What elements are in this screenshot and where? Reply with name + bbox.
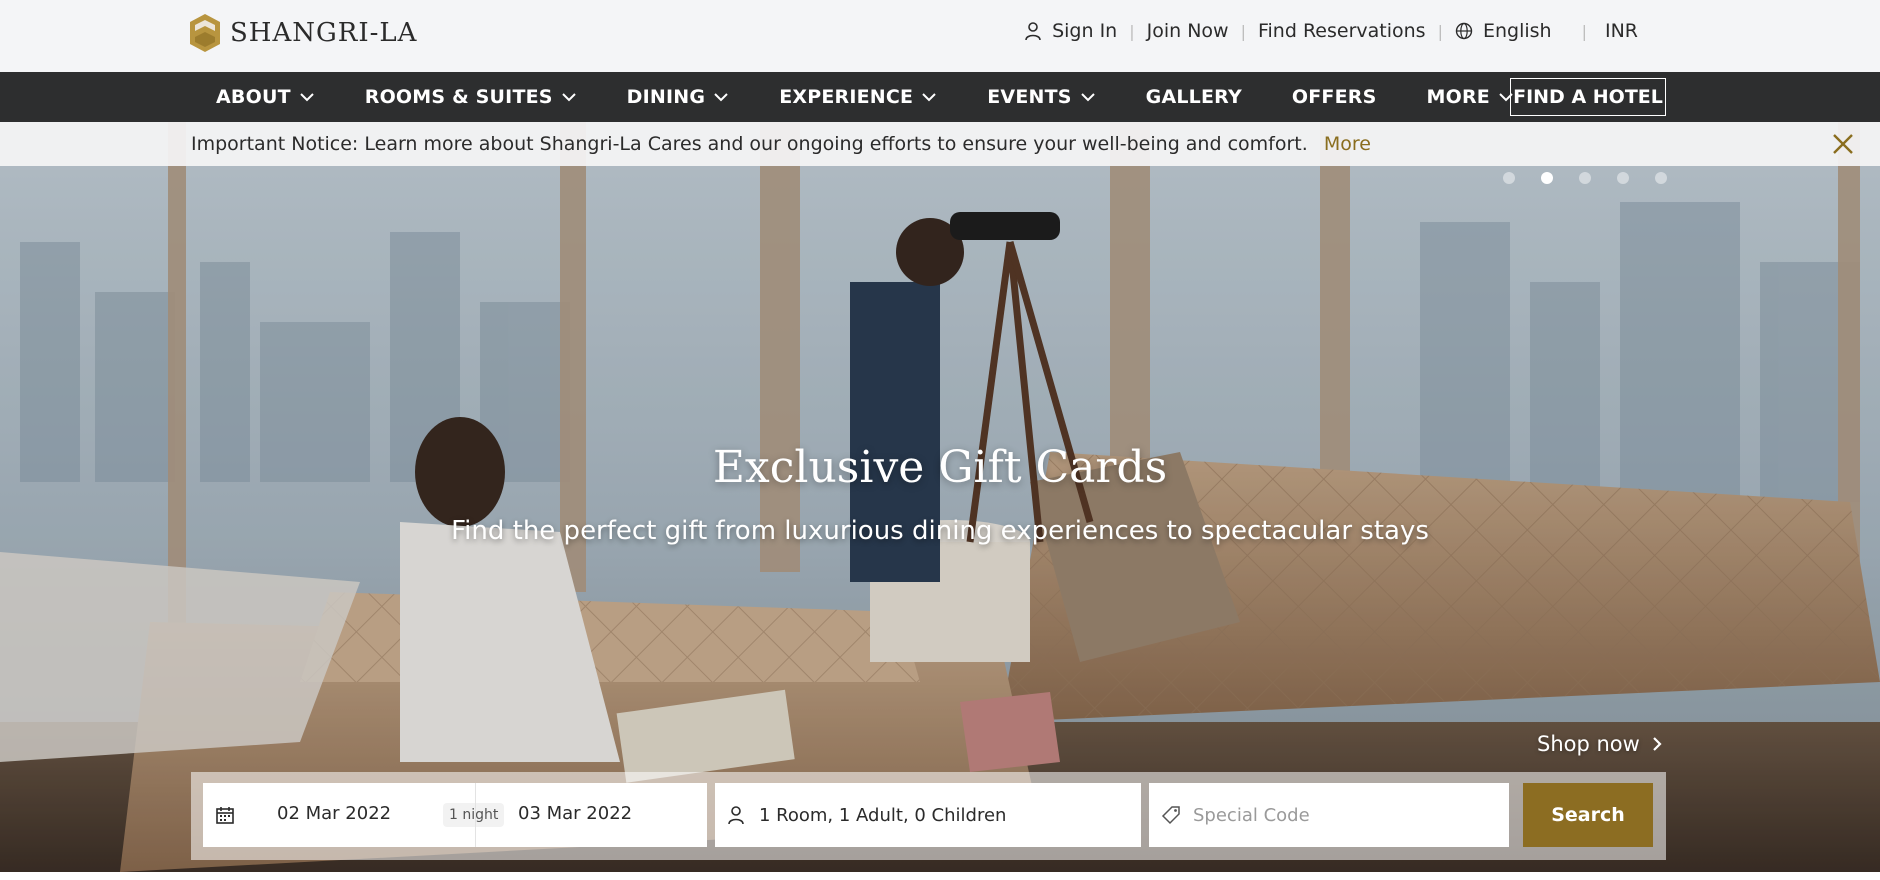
brand-logo[interactable]: SHANGRI-LA [190,14,417,52]
user-icon [1025,22,1041,41]
booking-bar: 02 Mar 2022 1 night 03 Mar 2022 1 Room, … [191,772,1666,860]
sign-in-link[interactable]: Sign In [1024,20,1117,42]
nav-label: MORE [1426,86,1490,108]
find-reservations-label: Find Reservations [1257,20,1426,42]
notice-more-link[interactable]: More [1324,133,1371,155]
nav-item-rooms-suites[interactable]: ROOMS & SUITES [365,86,577,108]
chevron-down-icon [714,93,728,102]
divider: | [1437,21,1443,41]
divider: | [1581,21,1587,41]
nav-item-more[interactable]: MORE [1427,86,1514,108]
utility-nav: Sign In | Join Now | Find Reservations |… [1024,20,1638,42]
divider: | [1240,21,1246,41]
hero-title: Exclusive Gift Cards [712,442,1168,493]
user-icon [728,806,744,825]
nav-item-gallery[interactable]: GALLERY [1146,86,1242,108]
date-divider [475,783,476,847]
calendar-icon [216,807,234,824]
hero-background-image [0,122,1880,872]
nav-label: EVENTS [987,86,1072,108]
nav-item-offers[interactable]: OFFERS [1292,86,1377,108]
hero-subtitle: Find the perfect gift from luxurious din… [451,516,1429,546]
hero-banner: Important Notice: Learn more about Shang… [0,122,1880,872]
nav-label: OFFERS [1291,86,1377,108]
special-code-input[interactable]: Special Code [1193,805,1310,826]
carousel-dot[interactable] [1655,172,1667,184]
nav-item-events[interactable]: EVENTS [987,86,1095,108]
search-button[interactable]: Search [1523,783,1653,847]
special-code-field[interactable]: Special Code [1149,783,1509,847]
globe-icon [1455,22,1473,40]
notice-text: Important Notice: Learn more about Shang… [191,133,1371,155]
chevron-right-icon [1653,737,1662,751]
carousel-dot[interactable] [1503,172,1515,184]
join-now-label: Join Now [1146,20,1229,42]
carousel-dots [1503,172,1693,184]
carousel-dot[interactable] [1579,172,1591,184]
nav-item-about[interactable]: ABOUT [216,86,315,108]
carousel-dot[interactable] [1617,172,1629,184]
chevron-down-icon [922,93,936,102]
nav-label: EXPERIENCE [779,86,914,108]
check-in-date[interactable]: 02 Mar 2022 [277,803,391,824]
find-a-hotel-button[interactable]: FIND A HOTEL [1510,78,1666,116]
shop-now-link[interactable]: Shop now [1537,732,1662,756]
carousel-dot-active[interactable] [1541,172,1553,184]
top-utility-bar: SHANGRI-LA Sign In | Join Now | Find Res… [0,0,1880,72]
main-nav-list: ABOUT ROOMS & SUITES DINING EXPERIENCE E… [216,72,1564,122]
nav-item-dining[interactable]: DINING [627,86,730,108]
chevron-down-icon [561,93,576,102]
nav-item-experience[interactable]: EXPERIENCE [779,86,937,108]
currency-label: INR [1604,20,1638,42]
guests-selector[interactable]: 1 Room, 1 Adult, 0 Children [715,783,1141,847]
sign-in-label: Sign In [1052,20,1118,42]
join-now-link[interactable]: Join Now [1147,20,1229,42]
nav-label: GALLERY [1145,86,1242,108]
main-nav: ABOUT ROOMS & SUITES DINING EXPERIENCE E… [0,72,1880,122]
tag-icon [1161,806,1180,825]
brand-name: SHANGRI-LA [230,18,418,48]
currency-selector[interactable]: INR [1605,20,1638,42]
guests-summary: 1 Room, 1 Adult, 0 Children [759,804,1007,826]
nav-label: DINING [626,86,706,108]
divider: | [1129,21,1135,41]
shop-now-label: Shop now [1537,732,1640,756]
nav-label: ABOUT [216,86,291,108]
close-icon[interactable] [1830,131,1856,157]
find-reservations-link[interactable]: Find Reservations [1258,20,1426,42]
date-range-picker[interactable]: 02 Mar 2022 1 night 03 Mar 2022 [203,783,707,847]
check-out-date[interactable]: 03 Mar 2022 [518,803,632,824]
logo-mark-icon [190,14,220,52]
nav-label: ROOMS & SUITES [364,86,553,108]
language-label: English [1482,20,1552,42]
nights-badge: 1 night [443,803,505,827]
chevron-down-icon [300,93,314,102]
language-selector[interactable]: English [1455,20,1552,42]
chevron-down-icon [1080,93,1095,102]
important-notice-bar: Important Notice: Learn more about Shang… [0,122,1880,166]
notice-message: Important Notice: Learn more about Shang… [191,133,1308,155]
